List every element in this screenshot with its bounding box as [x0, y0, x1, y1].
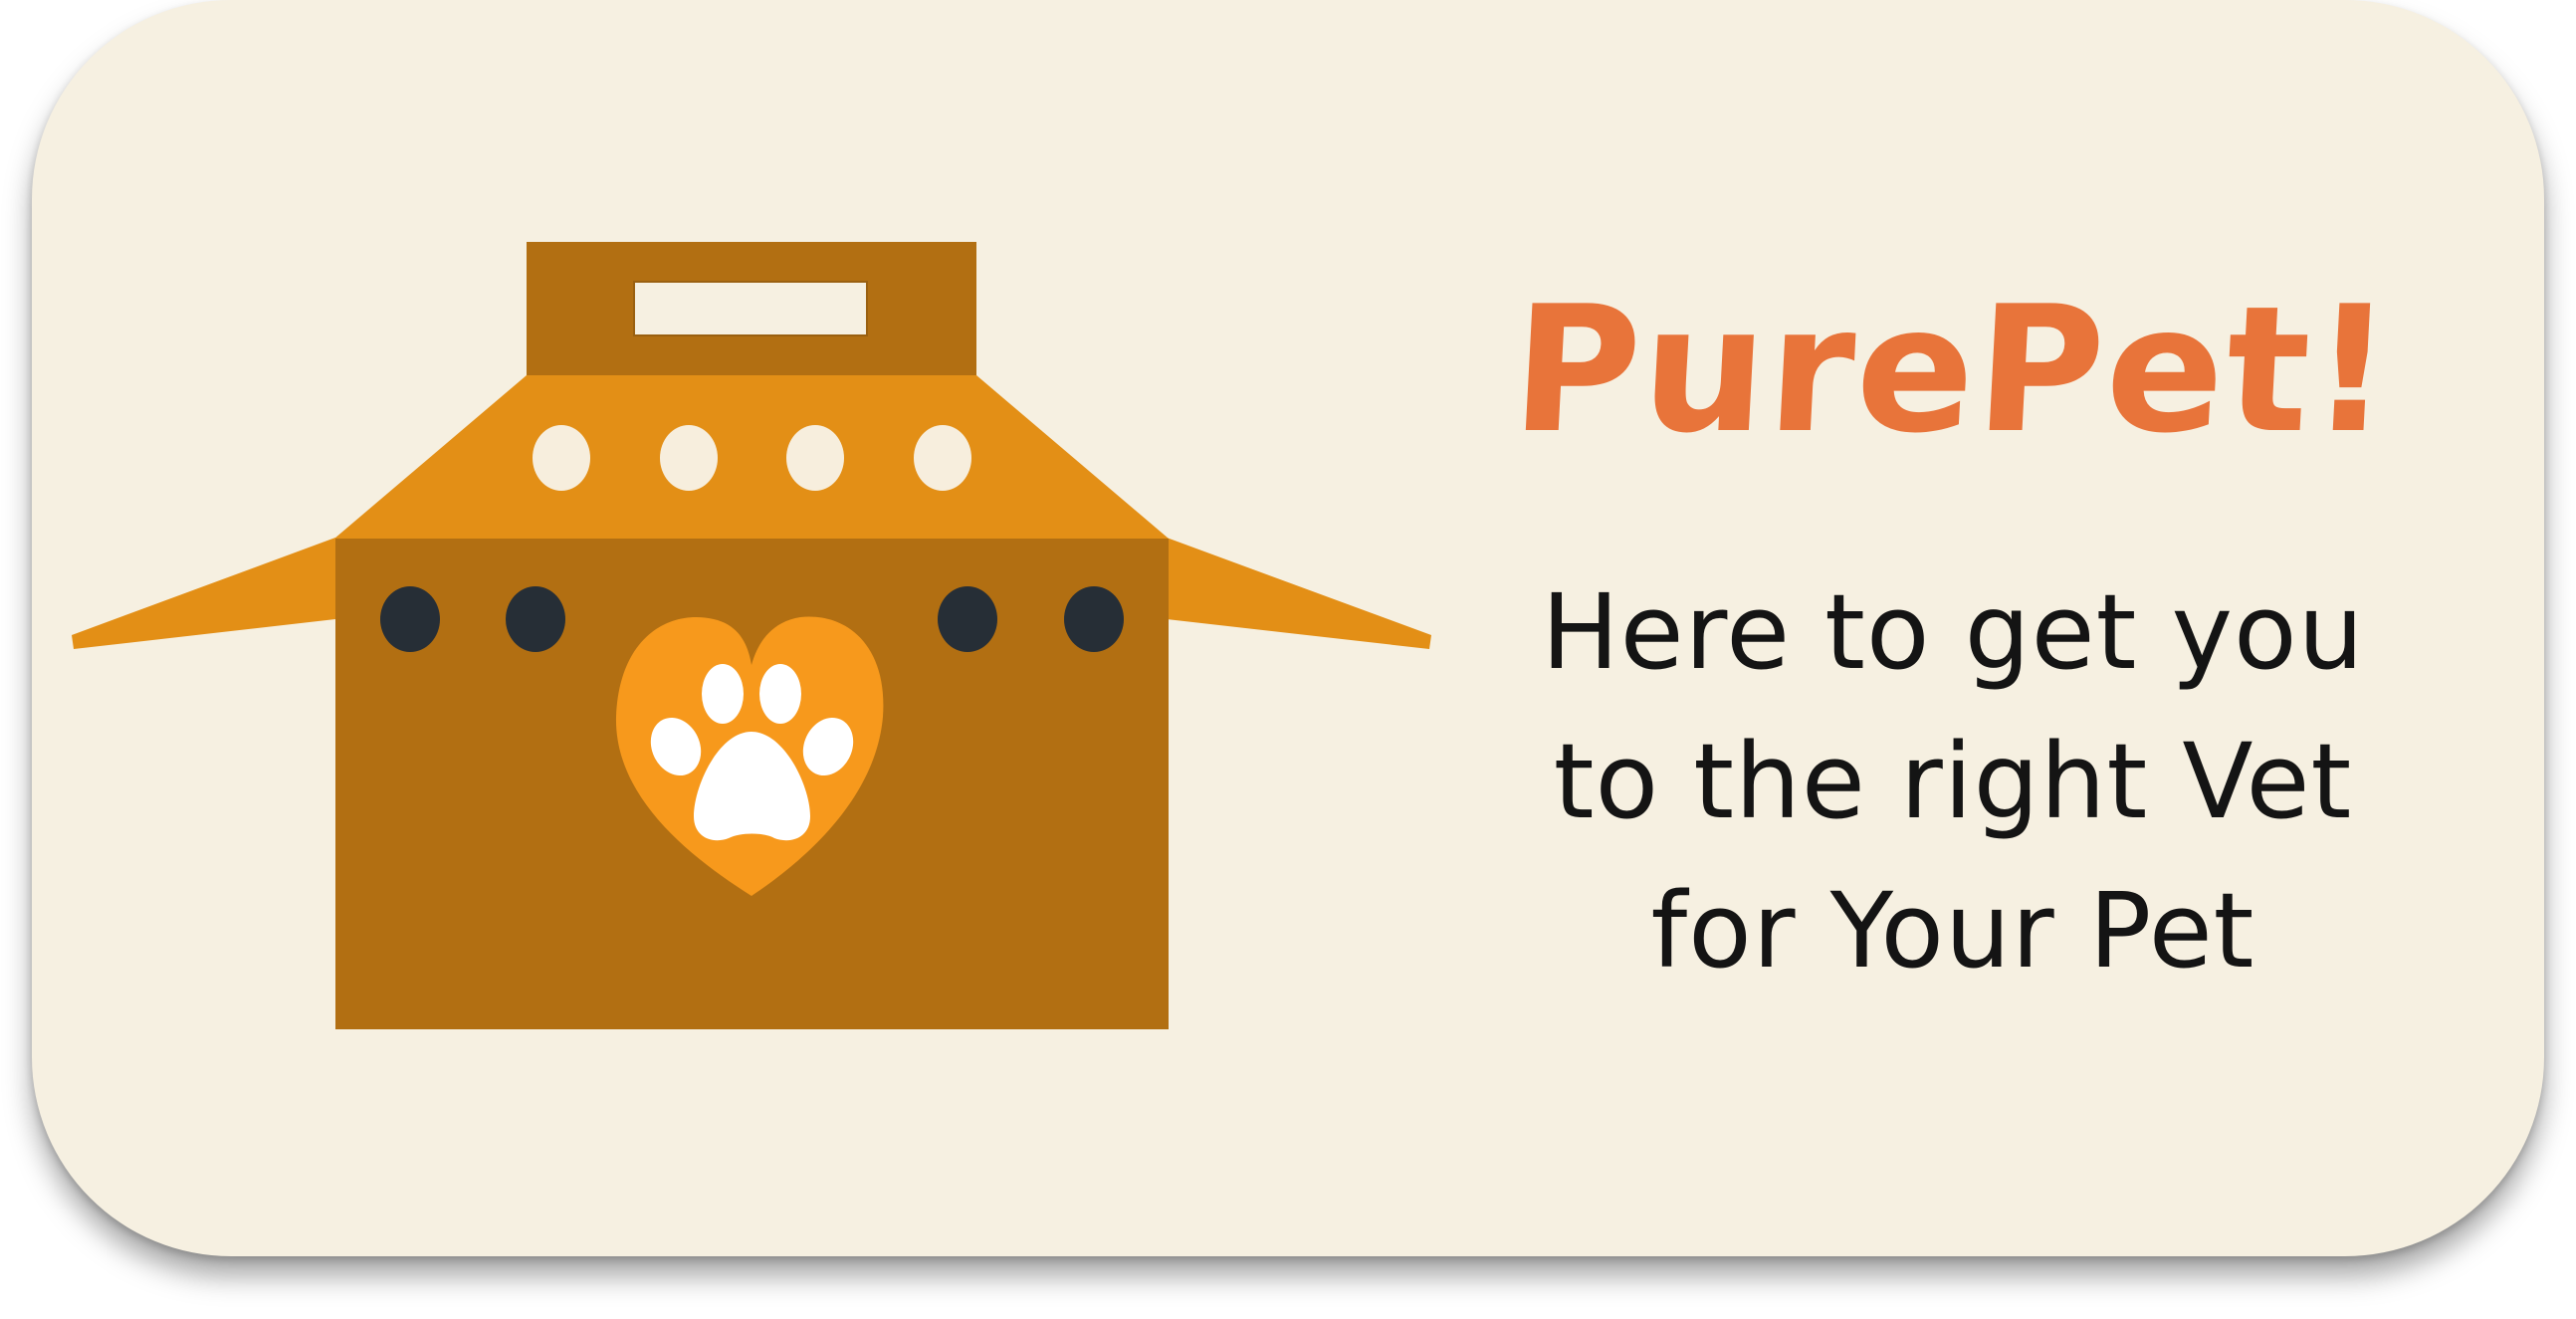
tagline-line: Here to get you	[1541, 571, 2365, 693]
vent-hole	[1064, 586, 1124, 652]
tagline-line: to the right Vet	[1553, 721, 2353, 842]
lid-hole	[533, 425, 590, 491]
left-flap	[72, 538, 335, 649]
handle-opening	[633, 281, 868, 336]
carrier-lid	[334, 375, 1169, 539]
lid-hole	[786, 425, 844, 491]
lid-hole	[660, 425, 718, 491]
right-flap	[1167, 538, 1431, 649]
tagline: Here to get you to the right Vet for You…	[1445, 557, 2461, 1005]
logo-card: PurePet! Here to get you to the right Ve…	[32, 0, 2544, 1256]
vent-hole	[380, 586, 440, 652]
vent-hole	[506, 586, 565, 652]
tagline-line: for Your Pet	[1650, 870, 2255, 991]
vent-hole	[938, 586, 997, 652]
lid-hole	[914, 425, 971, 491]
brand-name: PurePet!	[1507, 270, 2399, 472]
